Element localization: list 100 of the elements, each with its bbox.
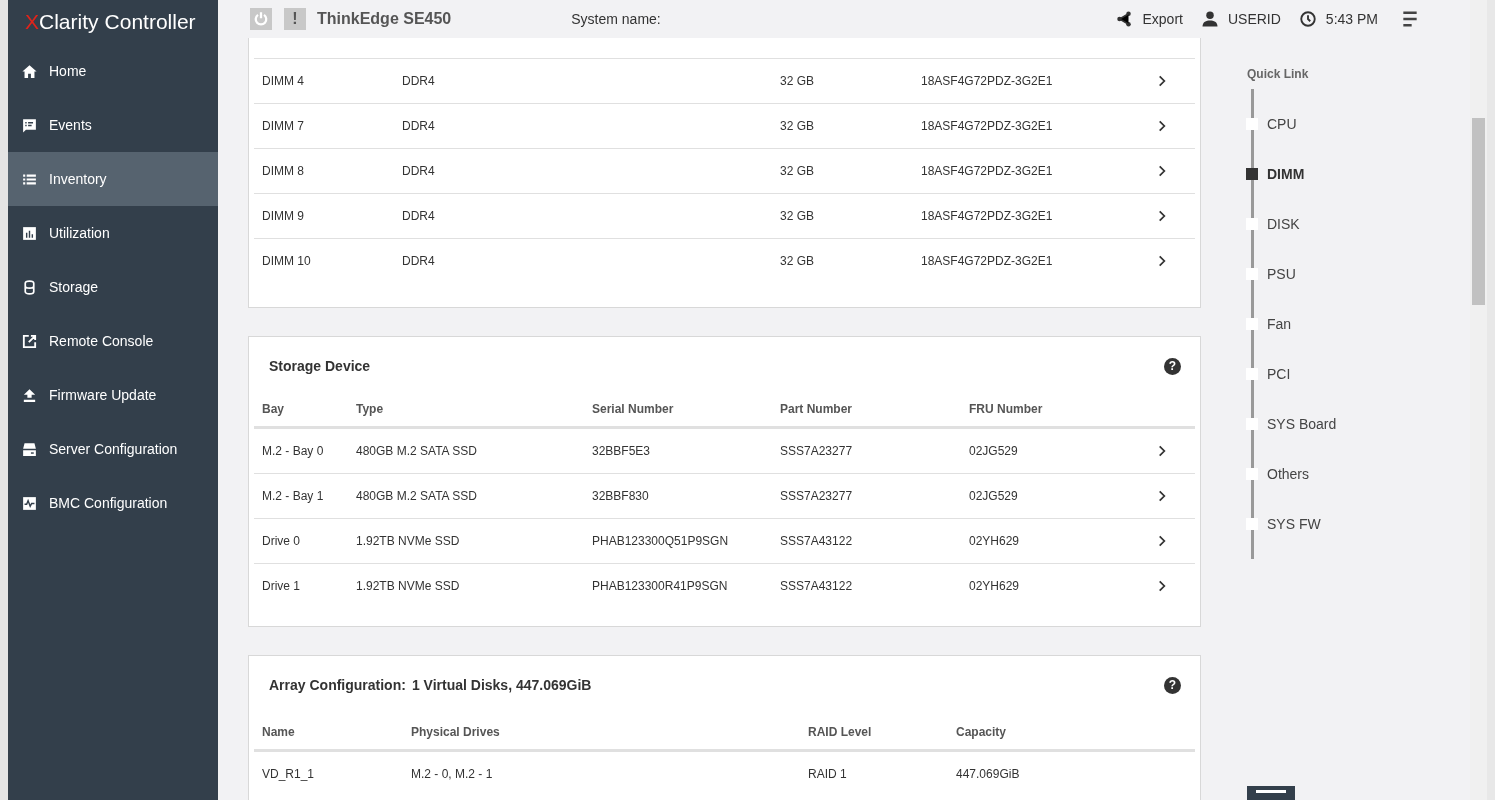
column-header: Serial Number — [584, 391, 772, 428]
sidebar-item[interactable]: Utilization — [8, 206, 218, 260]
sidebar-item[interactable]: BMC Configuration — [8, 476, 218, 530]
logo-product: Controller — [104, 10, 196, 34]
sidebar-item[interactable]: Storage — [8, 260, 218, 314]
table-cell: DIMM 7 — [254, 103, 394, 148]
table-cell: DIMM 8 — [254, 148, 394, 193]
table-cell: DDR4 — [394, 58, 772, 103]
table-cell: 447.069GiB — [948, 751, 1195, 796]
quick-link-item[interactable]: DIMM — [1246, 149, 1374, 199]
sidebar-item[interactable]: Home — [8, 44, 218, 98]
sidebar-item[interactable]: Remote Console — [8, 314, 218, 368]
column-header: FRU Number — [961, 391, 1129, 428]
time-text: 5:43 PM — [1325, 11, 1378, 27]
pulse-icon — [21, 494, 38, 512]
alert-button[interactable]: ! — [284, 8, 306, 30]
table-cell: VD_R1_1 — [254, 751, 403, 796]
table-cell: Drive 0 — [254, 518, 348, 563]
card-title: Array Configuration: — [269, 677, 406, 693]
table-cell: 32BBF5E3 — [584, 428, 772, 473]
table-cell: 32 GB — [772, 58, 913, 103]
quick-link-item[interactable]: SYS FW — [1246, 499, 1374, 549]
column-header: Type — [348, 391, 584, 428]
system-model-title: ThinkEdge SE450 — [317, 10, 452, 28]
table-cell: 32 GB — [772, 148, 913, 193]
marker-icon — [1246, 168, 1258, 180]
table-cell: PHAB123300Q51P9SGN — [584, 518, 772, 563]
table-cell: 480GB M.2 SATA SSD — [348, 428, 584, 473]
scrollbar-thumb[interactable] — [1472, 118, 1485, 305]
table-cell: 02JG529 — [961, 428, 1129, 473]
table-cell: 1.92TB NVMe SSD — [348, 518, 584, 563]
column-header: Physical Drives — [403, 714, 800, 751]
server-icon — [21, 440, 38, 458]
person-icon — [1200, 10, 1219, 28]
quick-link-item[interactable]: PSU — [1246, 249, 1374, 299]
table-cell: DIMM 4 — [254, 58, 394, 103]
marker-icon — [1246, 318, 1258, 330]
quick-link-item[interactable]: DISK — [1246, 199, 1374, 249]
card-title: Storage Device — [269, 358, 371, 374]
home-icon — [21, 62, 38, 80]
quick-link-item[interactable]: Fan — [1246, 299, 1374, 349]
database-icon — [21, 278, 38, 296]
export-link[interactable]: Export — [1115, 10, 1183, 28]
user-menu[interactable]: USERID — [1200, 10, 1281, 28]
marker-icon — [1246, 468, 1258, 480]
table-cell: DIMM 9 — [254, 193, 394, 238]
table-cell: Drive 1 — [254, 563, 348, 608]
marker-icon — [1246, 518, 1258, 530]
table-cell: DDR4 — [394, 238, 772, 283]
table-cell: M.2 - Bay 1 — [254, 473, 348, 518]
marker-icon — [1246, 218, 1258, 230]
table-cell: M.2 - 0, M.2 - 1 — [403, 751, 800, 796]
table-cell: DDR4 — [394, 193, 772, 238]
column-header: Name — [254, 714, 403, 751]
help-button[interactable]: ? — [1164, 676, 1181, 694]
table-cell: 32BBF830 — [584, 473, 772, 518]
sidebar-item[interactable]: Events — [8, 98, 218, 152]
quick-link-item[interactable]: CPU — [1246, 99, 1374, 149]
table-cell: SSS7A43122 — [772, 563, 961, 608]
table-cell: 1.92TB NVMe SSD — [348, 563, 584, 608]
table-cell: 32 GB — [772, 238, 913, 283]
table-cell: DDR4 — [394, 103, 772, 148]
table-cell: RAID 1 — [800, 751, 948, 796]
system-name-label: System name: — [571, 11, 661, 27]
marker-icon — [1246, 118, 1258, 130]
table-cell: 32 GB — [772, 193, 913, 238]
table-cell: 02YH629 — [961, 563, 1129, 608]
menu-icon[interactable] — [1400, 9, 1420, 29]
power-icon — [252, 10, 270, 28]
table-cell: 02YH629 — [961, 518, 1129, 563]
table-cell: 18ASF4G72PDZ-3G2E1 — [913, 193, 1129, 238]
menu-toggle-button[interactable] — [1247, 786, 1295, 800]
sidebar-item[interactable]: Server Configuration — [8, 422, 218, 476]
quick-link-title: Quick Link — [1247, 67, 1310, 83]
column-header: Capacity — [948, 714, 1195, 751]
table-cell: 32 GB — [772, 103, 913, 148]
quick-link-item[interactable]: SYS Board — [1246, 399, 1374, 449]
help-button[interactable]: ? — [1164, 357, 1181, 375]
table-cell: 18ASF4G72PDZ-3G2E1 — [913, 103, 1129, 148]
marker-icon — [1246, 268, 1258, 280]
external-link-icon — [21, 332, 38, 350]
sidebar-item[interactable]: Inventory — [8, 152, 218, 206]
table-cell: 480GB M.2 SATA SSD — [348, 473, 584, 518]
marker-icon — [1246, 418, 1258, 430]
quick-link-item[interactable]: Others — [1246, 449, 1374, 499]
share-icon — [1115, 10, 1134, 28]
marker-icon — [1246, 368, 1258, 380]
sidebar-item[interactable]: Firmware Update — [8, 368, 218, 422]
table-cell: 18ASF4G72PDZ-3G2E1 — [913, 58, 1129, 103]
table-cell: SSS7A23277 — [772, 428, 961, 473]
clock-icon — [1298, 10, 1317, 28]
table-cell: M.2 - Bay 0 — [254, 428, 348, 473]
table-cell: PHAB123300R41P9SGN — [584, 563, 772, 608]
table-cell: SSS7A23277 — [772, 473, 961, 518]
quick-link-item[interactable]: PCI — [1246, 349, 1374, 399]
logo-brand: Clarity — [39, 10, 99, 34]
upload-icon — [21, 386, 38, 404]
table-cell: 02JG529 — [961, 473, 1129, 518]
table-cell: 18ASF4G72PDZ-3G2E1 — [913, 238, 1129, 283]
logo-mark: X — [25, 10, 39, 34]
